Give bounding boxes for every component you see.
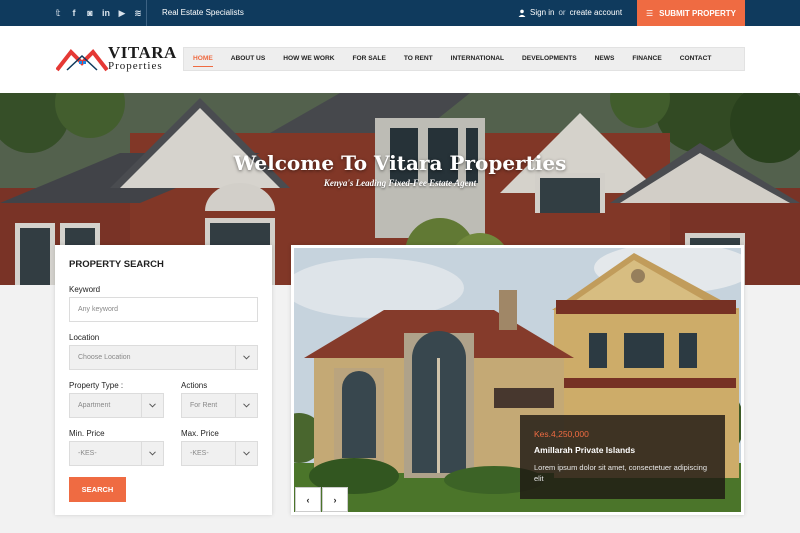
linkedin-icon[interactable]: in	[102, 8, 110, 18]
search-button[interactable]: SEARCH	[69, 477, 126, 502]
nav-developments[interactable]: DEVELOPMENTS	[513, 47, 586, 71]
search-title: PROPERTY SEARCH	[69, 259, 164, 270]
site-header: VITARA Properties HOME ABOUT US HOW WE W…	[0, 26, 800, 93]
facebook-icon[interactable]: f	[70, 8, 78, 18]
nav-for-sale[interactable]: FOR SALE	[344, 47, 395, 71]
chevron-down-icon	[141, 394, 163, 417]
chevron-right-icon: ›	[333, 494, 337, 505]
chevron-down-icon	[235, 394, 257, 417]
social-links: 𝕥 f ◙ in ▶ ≋	[54, 0, 142, 26]
property-type-value: Apartment	[78, 402, 111, 409]
property-type-select[interactable]: Apartment	[69, 393, 164, 418]
next-slide-button[interactable]: ›	[322, 487, 348, 512]
prev-slide-button[interactable]: ‹	[295, 487, 321, 512]
youtube-icon[interactable]: ▶	[118, 8, 126, 19]
hero-title: Welcome To Vitara Properties	[233, 151, 567, 175]
logo[interactable]: VITARA Properties	[56, 43, 176, 79]
chevron-left-icon: ‹	[306, 494, 310, 505]
actions-label: Actions	[181, 381, 208, 390]
location-select[interactable]: Choose Location	[69, 345, 258, 370]
actions-select[interactable]: For Rent	[181, 393, 258, 418]
nav-to-rent[interactable]: TO RENT	[395, 47, 442, 71]
nav-international[interactable]: INTERNATIONAL	[442, 47, 513, 71]
logo-subtitle: Properties	[108, 60, 163, 72]
chevron-down-icon	[235, 442, 257, 465]
nav-finance[interactable]: FINANCE	[623, 47, 670, 71]
max-price-value: -KES-	[190, 450, 209, 457]
min-price-label: Min. Price	[69, 429, 105, 438]
min-price-select[interactable]: -KES-	[69, 441, 164, 466]
actions-value: For Rent	[190, 402, 218, 409]
signin-link[interactable]: Sign in	[530, 0, 554, 26]
tagline: Real Estate Specialists	[162, 8, 244, 17]
slide-description: Lorem ipsum dolor sit amet, consectetuer…	[534, 463, 707, 483]
nav-contact[interactable]: CONTACT	[671, 47, 721, 71]
hero-subtitle: Kenya's Leading Fixed-Fee Estate Agent	[323, 178, 477, 188]
max-price-select[interactable]: -KES-	[181, 441, 258, 466]
user-icon	[518, 9, 526, 17]
min-price-value: -KES-	[78, 450, 97, 457]
slide-title[interactable]: Amillarah Private Islands	[534, 445, 635, 455]
nav-home[interactable]: HOME	[184, 47, 222, 71]
submit-property-label: SUBMIT PROPERTY	[659, 8, 737, 18]
create-account-link[interactable]: create account	[570, 0, 622, 26]
max-price-label: Max. Price	[181, 429, 219, 438]
or-text: or	[558, 8, 566, 17]
property-type-label: Property Type :	[69, 381, 124, 390]
submit-property-button[interactable]: ☰ SUBMIT PROPERTY	[637, 0, 745, 26]
instagram-icon[interactable]: ◙	[86, 8, 94, 18]
slide-price: Kes.4,250,000	[534, 429, 589, 439]
location-label: Location	[69, 333, 100, 342]
nav-how-we-work[interactable]: HOW WE WORK	[274, 47, 343, 71]
location-value: Choose Location	[78, 354, 131, 361]
twitter-icon[interactable]: 𝕥	[54, 8, 62, 19]
nav-news[interactable]: NEWS	[586, 47, 624, 71]
topbar-divider	[146, 0, 147, 26]
slide-image: Kes.4,250,000 Amillarah Private Islands …	[294, 248, 741, 512]
keyword-label: Keyword	[69, 285, 101, 294]
chevron-down-icon	[141, 442, 163, 465]
rss-icon[interactable]: ≋	[134, 8, 142, 19]
chevron-down-icon	[235, 346, 257, 369]
keyword-input[interactable]: Any keyword	[69, 297, 258, 322]
main-nav: HOME ABOUT US HOW WE WORK FOR SALE TO RE…	[183, 47, 745, 71]
top-bar: 𝕥 f ◙ in ▶ ≋ Real Estate Specialists Sig…	[0, 0, 800, 26]
nav-about-us[interactable]: ABOUT US	[222, 47, 274, 71]
account-links: Sign in or create account	[518, 0, 622, 26]
property-search-panel: PROPERTY SEARCH Keyword Any keyword Loca…	[55, 245, 272, 515]
menu-icon: ☰	[645, 8, 654, 18]
slide-caption: Kes.4,250,000 Amillarah Private Islands …	[520, 415, 725, 499]
property-slider: Kes.4,250,000 Amillarah Private Islands …	[291, 245, 744, 515]
house-roof-icon	[56, 48, 108, 72]
